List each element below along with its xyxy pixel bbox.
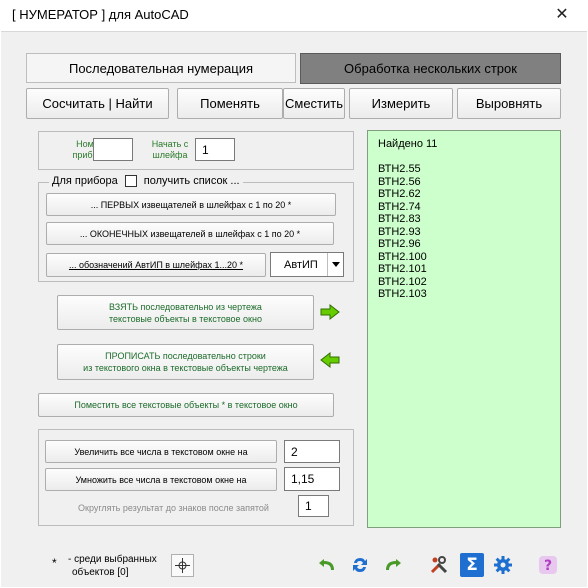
tab-label: Обработка нескольких строк [344,61,517,76]
result-list: ВТН2.55 ВТН2.56 ВТН2.62 ВТН2.74 ВТН2.83 ВТН2.… [378,163,550,301]
arrow-left-icon [320,351,340,373]
swap-button[interactable]: Поменять [177,88,283,119]
note-line: - среди выбранных [68,554,157,565]
close-icon[interactable]: ✕ [553,6,571,24]
button-label: Сосчитать | Найти [42,96,153,111]
result-item: ВТН2.96 [378,238,421,250]
button-label-line: текстовые объекты в текстовое окно [109,313,262,324]
button-label: Увеличить все числа в текстовом окне на [74,446,248,457]
note-line: объектов [0] [72,567,129,578]
tab-sequential-numbering[interactable]: Последовательная нумерация [26,53,296,83]
button-label: ... ОКОНЕЧНЫХ извещателей в шлейфах с 1 … [79,228,301,239]
multiply-numbers-button[interactable]: Умножить все числа в текстовом окне на [45,468,277,491]
start-loop-input[interactable]: 1 [195,138,235,161]
result-item: ВТН2.55 [378,163,421,175]
count-find-button[interactable]: Сосчитать | Найти [26,88,169,119]
increase-value-input[interactable]: 2 [284,440,340,463]
designation-select[interactable]: АвтИП [270,252,344,277]
result-item: ВТН2.62 [378,188,421,200]
first-detectors-button[interactable]: ... ПЕРВЫХ извещателей в шлейфах с 1 по … [46,193,336,216]
result-item: ВТН2.74 [378,200,421,213]
start-loop-label: Начать с шлейфа [151,139,189,160]
button-label: Поменять [200,96,260,111]
button-label-line: ВЗЯТЬ последовательно из чертежа [109,301,262,312]
last-detectors-button[interactable]: ... ОКОНЕЧНЫХ извещателей в шлейфах с 1 … [46,222,334,245]
result-header: Найдено 11 [378,138,438,150]
button-label-line: ПРОПИСАТЬ последовательно строки [105,351,266,361]
result-item: ВТН2.56 [378,175,421,188]
result-item: ВТН2.103 [378,288,427,300]
tab-multi-line-processing[interactable]: Обработка нескольких строк [300,53,561,84]
result-text-area[interactable]: Найдено 11 ВТН2.55 ВТН2.56 ВТН2.62 ВТН2.74 В… [367,130,561,528]
undo-icon[interactable] [316,554,338,576]
device-checkbox[interactable] [124,175,137,187]
measure-button[interactable]: Измерить [349,88,453,119]
button-label: ... ПЕРВЫХ извещателей в шлейфах с 1 по … [90,199,292,210]
designations-button[interactable]: ... обозначений АвтИП в шлейфах 1...20 * [46,253,266,277]
round-label: Округлять результат до знаков после запя… [78,503,269,513]
redo-icon[interactable] [382,554,404,576]
tab-label: Последовательная нумерация [68,60,254,76]
chevron-down-icon[interactable] [327,253,343,276]
selected-objects-note: - среди выбранных объектов [0] [68,553,157,579]
button-label: Измерить [371,96,431,111]
title-bar: [ НУМЕРАТОР ] для AutoCAD ✕ [0,0,588,30]
button-label: Выровнять [475,96,543,111]
list-group-title-prefix: Для прибора [52,175,118,187]
crosshair-icon[interactable] [171,554,194,577]
gear-icon[interactable] [491,553,515,577]
list-group-title: Для прибора получить список ... [49,175,243,187]
place-all-texts-button[interactable]: Поместить все текстовые объекты * в текс… [38,393,334,417]
button-label-line: из текстового окна в текстовые объекты ч… [83,363,288,373]
asterisk-note-mark: * [52,556,57,570]
arrow-right-icon [320,303,340,325]
result-blank-line [378,151,550,164]
refresh-icon[interactable] [349,554,371,576]
window-title: [ НУМЕРАТОР ] для AutoCAD [12,7,189,22]
list-group-title-suffix: получить список ... [143,175,240,187]
result-item: ВТН2.83 [378,213,421,225]
tools-icon[interactable] [427,553,451,577]
round-value-input[interactable]: 1 [298,495,329,517]
svg-text:?: ? [544,558,552,574]
device-number-input[interactable] [93,138,133,161]
increase-numbers-button[interactable]: Увеличить все числа в текстовом окне на [45,440,277,463]
help-icon[interactable]: ? [536,553,560,577]
result-item: ВТН2.93 [378,225,421,238]
align-button[interactable]: Выровнять [457,88,561,119]
take-from-drawing-button[interactable]: ВЗЯТЬ последовательно из чертежа текстов… [57,295,314,330]
button-label: ... обозначений АвтИП в шлейфах 1...20 * [68,260,244,270]
sigma-icon[interactable]: Σ [460,553,484,577]
button-label: Поместить все текстовые объекты * в текс… [74,400,298,410]
select-value: АвтИП [284,258,318,271]
button-label: Умножить все числа в текстовом окне на [75,474,247,485]
result-item: ВТН2.101 [378,263,427,275]
button-label: Сместить [285,96,343,111]
shift-button[interactable]: Сместить [283,88,345,119]
write-to-drawing-button[interactable]: ПРОПИСАТЬ последовательно строки из текс… [57,344,314,380]
result-item: ВТН2.100 [378,250,427,263]
result-item: ВТН2.102 [378,275,427,288]
multiply-value-input[interactable]: 1,15 [284,467,340,491]
